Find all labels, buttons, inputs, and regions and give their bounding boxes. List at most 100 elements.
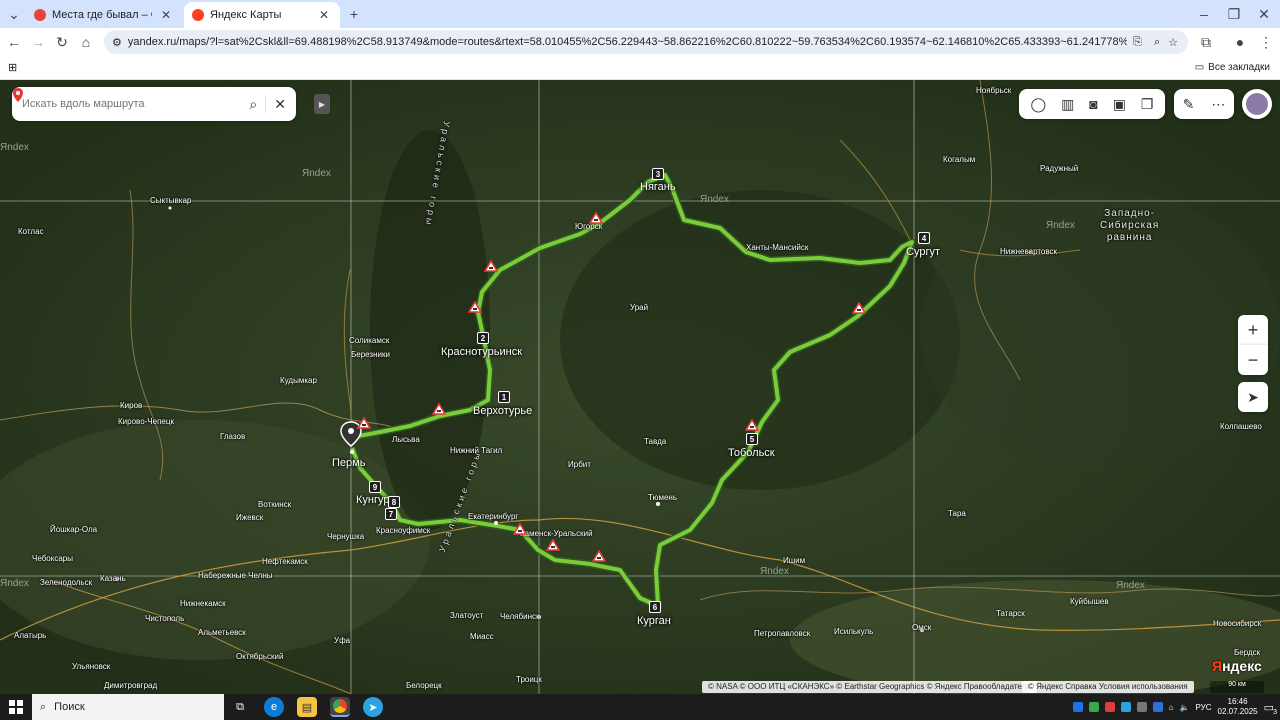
site-info-icon[interactable]: ⚙: [112, 36, 122, 49]
telegram-icon[interactable]: ➤: [363, 697, 383, 717]
tray-app-icon[interactable]: [1136, 702, 1147, 712]
map-type-icon[interactable]: ◯: [1030, 96, 1046, 113]
taskbar-search[interactable]: ⌕ Поиск: [32, 694, 224, 720]
city-label: Исилькуль: [834, 627, 874, 636]
waypoint-label-nyagan[interactable]: Нягань: [640, 181, 676, 193]
road-warning-icon[interactable]: [589, 212, 603, 224]
road-warning-icon[interactable]: [592, 550, 606, 562]
road-warning-icon[interactable]: [432, 403, 446, 415]
waypoint-marker[interactable]: 5: [746, 433, 758, 445]
all-bookmarks-button[interactable]: ▭ Все закладки: [1195, 62, 1270, 73]
reload-icon[interactable]: ↻: [50, 30, 74, 54]
map-canvas[interactable]: Яndex Яndex Яndex Яndex Яndex Яndex Яnde…: [0, 80, 1280, 694]
ruler-icon[interactable]: ✎: [1183, 96, 1195, 113]
waypoint-marker[interactable]: 6: [649, 601, 661, 613]
volume-icon[interactable]: 🔈: [1180, 703, 1190, 712]
language-indicator[interactable]: РУС: [1196, 703, 1212, 712]
zoom-in-button[interactable]: +: [1238, 315, 1268, 345]
profile-icon[interactable]: ●: [1228, 30, 1252, 54]
waypoint-marker[interactable]: 2: [477, 332, 489, 344]
road-warning-icon[interactable]: [745, 419, 759, 431]
taskbar-search-label: Поиск: [54, 701, 85, 713]
waypoint-label-kungur[interactable]: Кунгур: [356, 494, 390, 506]
tray-app-icon[interactable]: [1152, 702, 1163, 712]
zoom-out-button[interactable]: −: [1238, 345, 1268, 375]
road-warning-icon[interactable]: [468, 301, 482, 313]
road-warning-icon[interactable]: [546, 539, 560, 551]
network-icon[interactable]: ⌂: [1169, 703, 1174, 712]
task-view-icon[interactable]: ⧉: [230, 697, 250, 717]
waypoint-marker[interactable]: 1: [498, 391, 510, 403]
waypoint-marker[interactable]: 4: [918, 232, 930, 244]
restore-icon[interactable]: ❐: [1222, 2, 1246, 26]
city-label: Алатырь: [14, 631, 47, 640]
extensions-icon[interactable]: ⧉: [1194, 30, 1218, 54]
map-tools-panel: ✎ ⋯: [1174, 89, 1234, 119]
route-search-input[interactable]: [22, 98, 242, 110]
new-tab-icon[interactable]: +: [342, 2, 366, 26]
file-explorer-icon[interactable]: ▤: [297, 697, 317, 717]
road-warning-icon[interactable]: [357, 417, 371, 429]
panorama-icon[interactable]: ▥: [1061, 96, 1074, 113]
city-label: Тавда: [644, 437, 667, 446]
tab-google-maps[interactable]: Места где бывал – Google Карт ✕: [26, 2, 182, 28]
search-icon[interactable]: ⌕: [249, 96, 257, 113]
address-bar[interactable]: ⚙ yandex.ru/maps/?l=sat%2Cskl&ll=69.4881…: [104, 30, 1188, 54]
transport-icon[interactable]: ▣: [1113, 96, 1126, 113]
start-button[interactable]: [6, 697, 26, 717]
waypoint-label-kurgan[interactable]: Курган: [637, 615, 671, 627]
notifications-icon[interactable]: ▭ 3: [1264, 701, 1277, 716]
route-search-box[interactable]: ⌕ ✕: [12, 87, 296, 121]
chrome-icon[interactable]: [330, 697, 350, 717]
url-text[interactable]: yandex.ru/maps/?l=sat%2Cskl&ll=69.488198…: [128, 36, 1127, 48]
waypoint-label-krasnoturinsk[interactable]: Краснотурьинск: [441, 346, 522, 358]
waypoint-marker[interactable]: 9: [369, 481, 381, 493]
home-icon[interactable]: ⌂: [74, 30, 98, 54]
my-location-button[interactable]: ➤: [1238, 382, 1268, 412]
waypoint-marker[interactable]: 3: [652, 168, 664, 180]
clock[interactable]: 16:46 02.07.2025: [1218, 697, 1258, 717]
waypoint-label-perm[interactable]: Пермь: [332, 457, 365, 469]
more-icon[interactable]: ⋯: [1211, 96, 1225, 113]
legal-links[interactable]: © Яндекс Справка Условия использования: [1022, 681, 1194, 693]
apps-grid-icon[interactable]: ⊞: [8, 61, 17, 74]
waypoint-label-surgut[interactable]: Сургут: [906, 246, 940, 258]
bookmark-star-icon[interactable]: ☆: [1168, 36, 1178, 49]
close-window-icon[interactable]: ✕: [1252, 2, 1276, 26]
copyright-text[interactable]: © NASA © ООО ИТЦ «СКАНЭКС» © Earthstar G…: [702, 681, 1037, 693]
waypoint-label-tobolsk[interactable]: Тобольск: [728, 447, 775, 459]
menu-icon[interactable]: ⋮: [1254, 30, 1278, 54]
tray-app-icon[interactable]: [1104, 702, 1115, 712]
city-label: Зеленодольск: [40, 578, 93, 587]
tray-app-icon[interactable]: [1088, 702, 1099, 712]
waypoint-marker[interactable]: 7: [385, 508, 397, 520]
road-warning-icon[interactable]: [513, 523, 527, 535]
tray-app-icon[interactable]: [1120, 702, 1131, 712]
install-app-icon[interactable]: ⎘: [1133, 36, 1142, 49]
tray-app-icon[interactable]: [1072, 702, 1083, 712]
yandex-maps-favicon-icon: [192, 9, 204, 21]
close-icon[interactable]: ✕: [274, 96, 286, 113]
city-label: Ханты-Мансийск: [746, 243, 809, 252]
photo-icon[interactable]: ◙: [1089, 96, 1097, 112]
close-tab-icon[interactable]: ✕: [316, 8, 332, 22]
road-warning-icon[interactable]: [852, 302, 866, 314]
city-label: Уфа: [334, 636, 351, 645]
road-warning-icon[interactable]: [484, 260, 498, 272]
edge-icon[interactable]: e: [264, 697, 284, 717]
city-label: Тара: [948, 509, 966, 518]
waypoint-label-verkhoturye[interactable]: Верхотурье: [473, 405, 532, 417]
avatar[interactable]: [1242, 89, 1272, 119]
close-tab-icon[interactable]: ✕: [158, 8, 174, 22]
city-label: Нижневартовск: [1000, 247, 1058, 256]
tab-yandex-maps[interactable]: Яндекс Карты ✕: [184, 2, 340, 28]
layers-icon[interactable]: ❐: [1141, 96, 1154, 113]
forward-icon[interactable]: →: [26, 30, 50, 54]
tab-search-icon[interactable]: ⌄: [2, 2, 26, 26]
minimize-icon[interactable]: –: [1192, 2, 1216, 26]
collapse-panel-button[interactable]: ▶: [314, 94, 330, 114]
zoom-icon[interactable]: ⌕: [1154, 36, 1160, 49]
city-label: Ирбит: [568, 460, 591, 469]
back-icon[interactable]: ←: [2, 30, 26, 54]
waypoint-marker[interactable]: 8: [388, 496, 400, 508]
